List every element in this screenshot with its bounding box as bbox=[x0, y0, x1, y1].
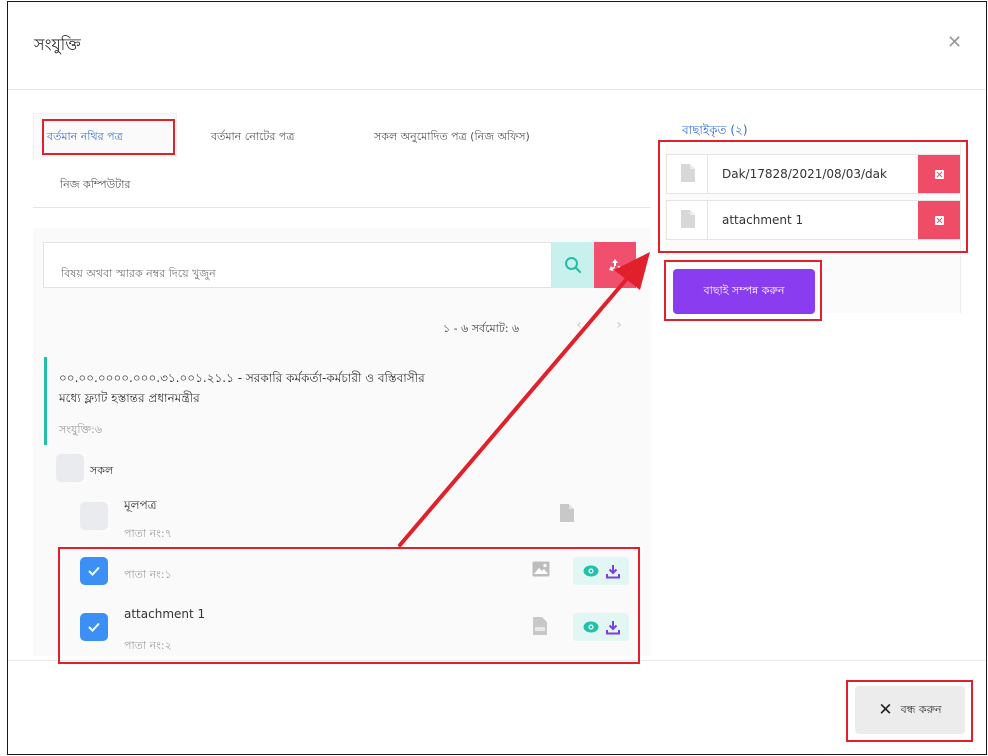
selected-item-name: attachment 1 bbox=[722, 213, 804, 227]
search-icon bbox=[565, 257, 582, 274]
close-icon: ✕ bbox=[878, 699, 893, 720]
dialog-title: সংযুক্তি bbox=[34, 35, 81, 54]
recycle-icon bbox=[609, 259, 621, 271]
selected-item-name: Dak/17828/2021/08/03/dak bbox=[722, 167, 887, 181]
letters-panel bbox=[33, 228, 651, 656]
item-title: attachment 1 bbox=[124, 607, 206, 621]
prev-page-button[interactable]: ‹ bbox=[566, 312, 592, 338]
document-icon bbox=[681, 164, 695, 182]
pdf-icon bbox=[533, 617, 547, 635]
tabs-divider bbox=[33, 207, 651, 208]
selected-item: Dak/17828/2021/08/03/dak bbox=[666, 154, 960, 194]
nothi-title: ০০.০০.০০০০.০০০.৩১.০০১.২১.১ - সরকারি কর্ম… bbox=[59, 371, 425, 405]
eye-icon[interactable] bbox=[583, 621, 599, 633]
reset-button[interactable] bbox=[594, 242, 636, 288]
tab-current-nothi-letters[interactable]: বর্তমান নথির পত্র bbox=[47, 128, 123, 147]
item-title: মূলপত্র bbox=[124, 498, 157, 512]
remove-selected-button[interactable] bbox=[918, 155, 960, 193]
item-actions bbox=[573, 557, 629, 585]
item-page: পাতা নং:১ bbox=[124, 568, 172, 581]
remove-icon bbox=[934, 169, 944, 179]
document-icon bbox=[560, 504, 574, 522]
tab-all-approved-letters[interactable]: সকল অনুমোদিত পত্র (নিজ অফিস) bbox=[374, 128, 530, 147]
next-page-button[interactable]: › bbox=[606, 312, 632, 338]
selected-item: attachment 1 bbox=[666, 200, 960, 240]
tab-own-computer[interactable]: নিজ কম্পিউটার bbox=[60, 176, 130, 195]
search-button[interactable] bbox=[552, 242, 594, 288]
download-icon[interactable] bbox=[605, 564, 620, 579]
selected-heading: বাছাইকৃত (২) bbox=[682, 123, 748, 137]
close-button[interactable]: ✕ বন্ধ করুন bbox=[855, 686, 965, 734]
image-icon bbox=[532, 561, 550, 577]
tab-current-note-letters[interactable]: বর্তমান নোটের পত্র bbox=[211, 128, 294, 147]
item-checkbox[interactable] bbox=[80, 613, 108, 641]
document-icon bbox=[681, 210, 695, 228]
download-icon[interactable] bbox=[605, 620, 620, 635]
header-divider bbox=[8, 89, 986, 90]
select-all-checkbox[interactable] bbox=[56, 454, 84, 482]
row-separator bbox=[707, 201, 708, 239]
footer-divider bbox=[8, 660, 986, 661]
row-separator bbox=[707, 155, 708, 193]
item-actions bbox=[573, 613, 629, 641]
nothi-attachment-count: সংযুক্তি:৬ bbox=[59, 423, 103, 436]
pagination-summary: ১ - ৬ সর্বমোট: ৬ bbox=[443, 322, 520, 335]
item-page: পাতা নং:২ bbox=[124, 639, 172, 652]
check-icon bbox=[88, 622, 100, 632]
item-checkbox[interactable] bbox=[80, 502, 108, 530]
remove-selected-button[interactable] bbox=[918, 201, 960, 239]
confirm-selection-button[interactable]: বাছাই সম্পন্ন করুন bbox=[673, 269, 815, 314]
eye-icon[interactable] bbox=[583, 565, 599, 577]
close-button-label: বন্ধ করুন bbox=[900, 702, 942, 716]
check-icon bbox=[88, 566, 100, 576]
remove-icon bbox=[934, 215, 944, 225]
item-page: পাতা নং:৭ bbox=[124, 527, 172, 540]
nothi-accent-bar bbox=[44, 357, 47, 445]
search-input[interactable] bbox=[43, 242, 552, 288]
item-checkbox[interactable] bbox=[80, 557, 108, 585]
select-all-label: সকল bbox=[90, 464, 114, 477]
close-icon[interactable]: ✕ bbox=[947, 34, 962, 52]
